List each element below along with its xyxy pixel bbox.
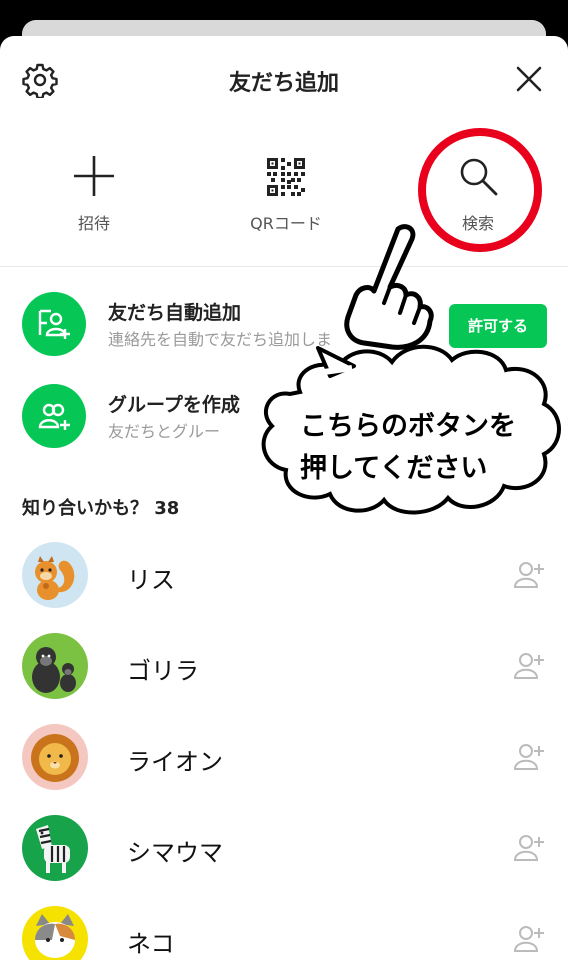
friend-name: ゴリラ bbox=[127, 657, 199, 685]
friend-row-cat[interactable]: ネコ bbox=[0, 906, 568, 960]
auto-add-icon bbox=[22, 292, 86, 356]
group-icon bbox=[22, 384, 86, 448]
divider bbox=[0, 266, 568, 267]
allow-button[interactable]: 許可する bbox=[449, 304, 547, 348]
auto-add-row[interactable]: 友だち自動追加 連絡先を自動で友だち追加しま 許可する bbox=[0, 284, 568, 364]
create-group-row[interactable]: グループを作成 友だちとグルー bbox=[0, 376, 568, 456]
add-friend-icon[interactable] bbox=[512, 649, 546, 683]
add-friend-icon[interactable] bbox=[512, 740, 546, 774]
add-friend-icon[interactable] bbox=[512, 558, 546, 592]
auto-add-title: 友だち自動追加 bbox=[108, 302, 242, 324]
page-title: 友だち追加 bbox=[228, 71, 339, 96]
friend-name: ネコ bbox=[127, 930, 175, 958]
friend-name: ライオン bbox=[127, 748, 223, 776]
friend-name: リス bbox=[127, 566, 175, 594]
add-method-bar: 招待 QRコード 検索 bbox=[0, 136, 568, 266]
add-friend-icon[interactable] bbox=[512, 922, 546, 956]
zebra-avatar bbox=[22, 815, 88, 881]
plus-icon bbox=[74, 156, 114, 196]
gorilla-avatar bbox=[22, 633, 88, 699]
qr-code-icon bbox=[267, 158, 305, 196]
qr-code-label: QRコード bbox=[250, 214, 322, 233]
qr-code-button[interactable]: QRコード bbox=[221, 136, 351, 256]
cat-avatar bbox=[22, 906, 88, 960]
auto-add-subtitle: 連絡先を自動で友だち追加しま bbox=[108, 330, 333, 349]
search-button[interactable]: 検索 bbox=[413, 136, 543, 256]
friend-row-squirrel[interactable]: リス bbox=[0, 542, 568, 632]
header: 友だち追加 bbox=[0, 36, 568, 120]
invite-button[interactable]: 招待 bbox=[29, 136, 159, 256]
friend-name: シマウマ bbox=[127, 839, 223, 867]
friend-row-gorilla[interactable]: ゴリラ bbox=[0, 633, 568, 723]
suggestions-header: 知り合いかも？ 38 bbox=[22, 498, 180, 519]
friend-row-lion[interactable]: ライオン bbox=[0, 724, 568, 814]
friend-row-zebra[interactable]: シマウマ bbox=[0, 815, 568, 905]
invite-label: 招待 bbox=[77, 214, 110, 233]
create-group-subtitle: 友だちとグルー bbox=[108, 422, 221, 441]
search-icon bbox=[460, 158, 498, 196]
add-friends-sheet: 友だち追加 招待 QRコード 検索 友だち自動追加 連絡先を自動で友だち追加しま… bbox=[0, 36, 568, 960]
search-label: 検索 bbox=[461, 214, 494, 233]
close-icon[interactable] bbox=[512, 62, 546, 96]
create-group-title: グループを作成 bbox=[108, 394, 240, 416]
add-friend-icon[interactable] bbox=[512, 831, 546, 865]
squirrel-avatar bbox=[22, 542, 88, 608]
lion-avatar bbox=[22, 724, 88, 790]
